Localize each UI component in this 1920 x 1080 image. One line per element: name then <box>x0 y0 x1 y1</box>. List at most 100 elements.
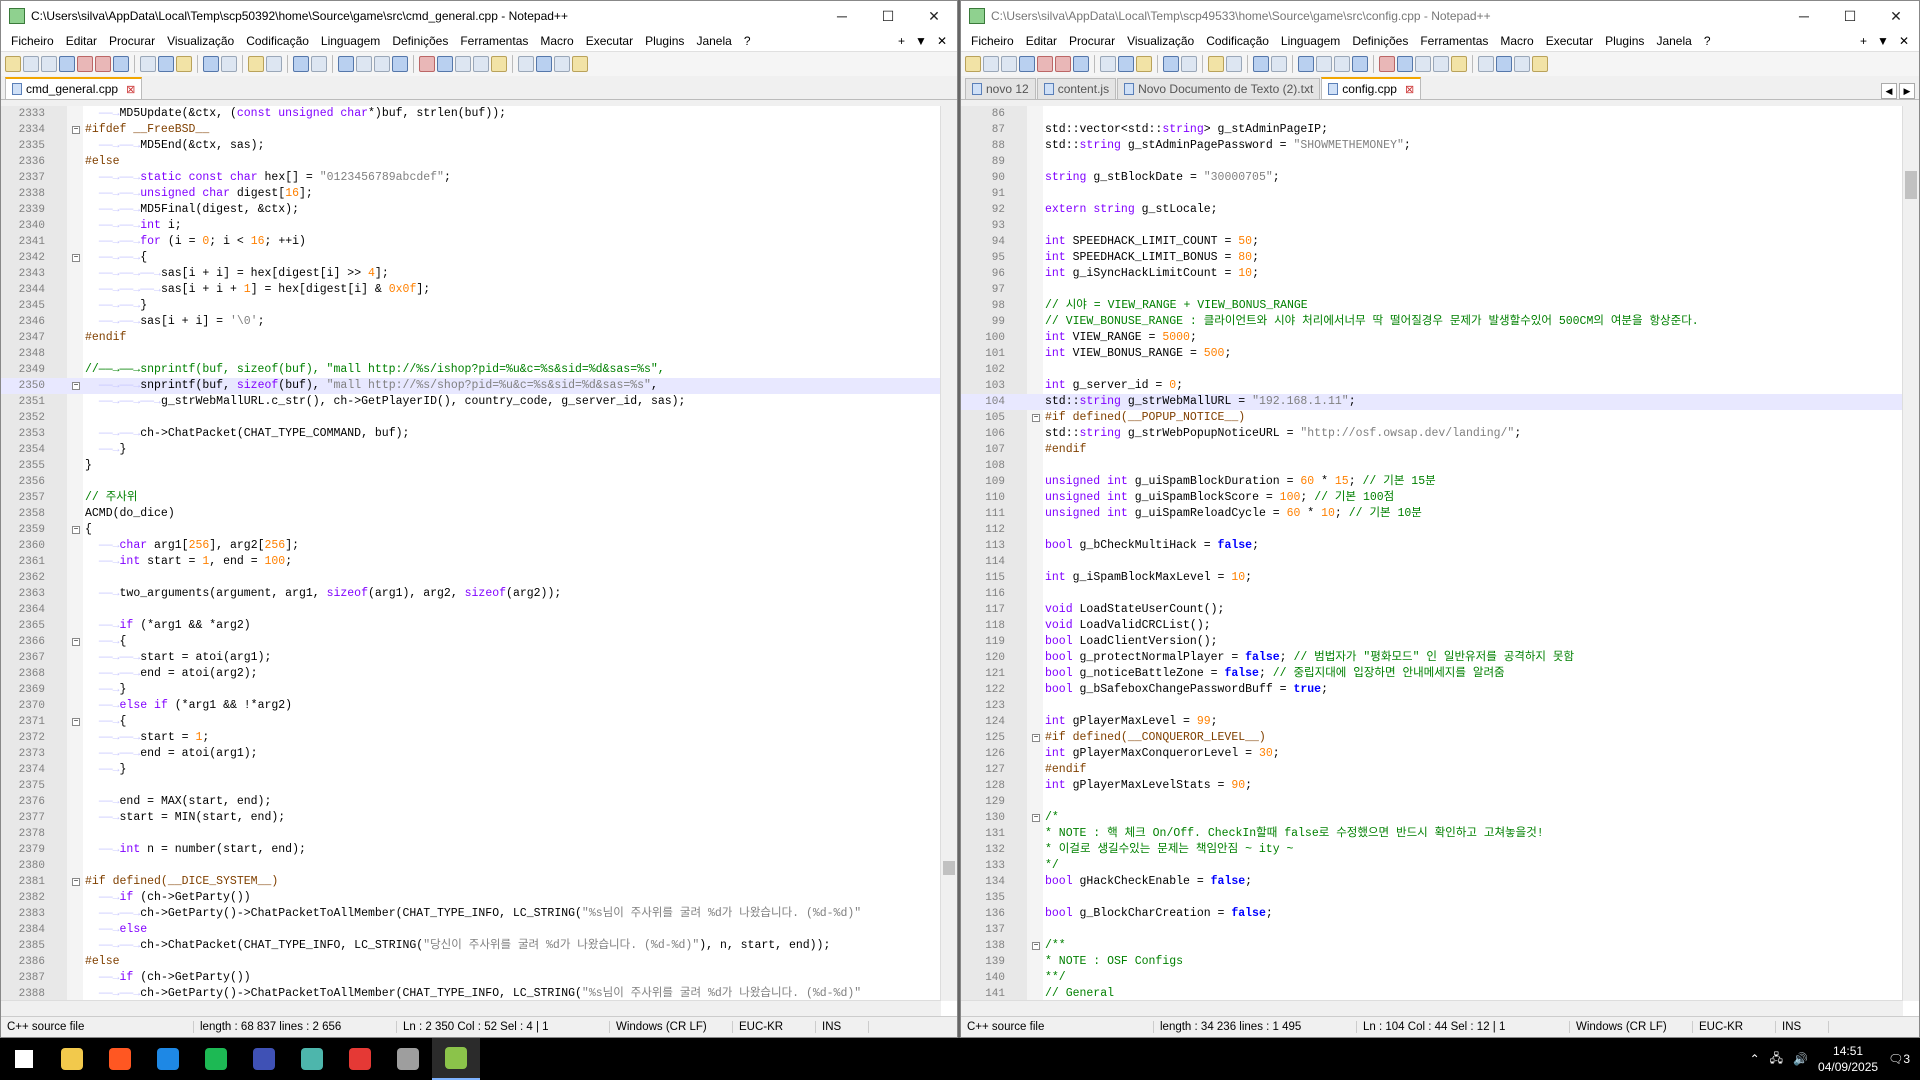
vertical-scrollbar[interactable] <box>940 106 957 1001</box>
menu-procurar[interactable]: Procurar <box>1063 34 1121 48</box>
code-line[interactable]: 136 bool g_BlockCharCreation = false; <box>961 906 1903 922</box>
code-line[interactable]: 120 bool g_protectNormalPlayer = false; /… <box>961 650 1903 666</box>
redo-icon[interactable] <box>221 56 237 72</box>
new-file-icon[interactable] <box>5 56 21 72</box>
code-line[interactable]: 87 std::vector<std::string> g_stAdminPage… <box>961 122 1903 138</box>
code-line[interactable]: 110 unsigned int g_uiSpamBlockScore = 100… <box>961 490 1903 506</box>
fold-toggle-icon[interactable]: − <box>72 878 80 886</box>
start-icon[interactable] <box>0 1038 48 1080</box>
code-line[interactable]: 2356 <box>1 474 941 490</box>
vertical-scrollbar[interactable] <box>1902 106 1919 1001</box>
menu-ficheiro[interactable]: Ficheiro <box>5 34 60 48</box>
code-line[interactable]: 97 <box>961 282 1903 298</box>
macro-save-icon[interactable] <box>491 56 507 72</box>
menu-editar[interactable]: Editar <box>1020 34 1063 48</box>
macro-run-icon[interactable] <box>473 56 489 72</box>
code-line[interactable]: 86 <box>961 106 1903 122</box>
menu-definições[interactable]: Definições <box>1346 34 1414 48</box>
code-line[interactable]: 90 string g_stBlockDate = "30000705"; <box>961 170 1903 186</box>
code-line[interactable]: 2371 − ——→{ <box>1 714 941 730</box>
code-line[interactable]: 135 <box>961 890 1903 906</box>
chevron-left-icon[interactable]: ◀ <box>1881 83 1897 99</box>
menu-definições[interactable]: Definições <box>386 34 454 48</box>
code-line[interactable]: 2359 −{ <box>1 522 941 538</box>
cut-icon[interactable] <box>1100 56 1116 72</box>
code-line[interactable]: 2378 <box>1 826 941 842</box>
menu-ferramentas[interactable]: Ferramentas <box>454 34 534 48</box>
replace-icon[interactable] <box>1226 56 1242 72</box>
fold-toggle-icon[interactable]: − <box>72 382 80 390</box>
zoom-in-icon[interactable] <box>293 56 309 72</box>
close-icon[interactable] <box>1037 56 1053 72</box>
show-all-chars-icon[interactable] <box>1334 56 1350 72</box>
tab-config-cpp[interactable]: config.cpp ⊠ <box>1321 77 1422 99</box>
code-line[interactable]: 2379 ——→int n = number(start, end); <box>1 842 941 858</box>
find-icon[interactable] <box>248 56 264 72</box>
vscode-icon[interactable] <box>144 1038 192 1080</box>
wrap-icon[interactable] <box>1316 56 1332 72</box>
fold-toggle-icon[interactable]: − <box>72 254 80 262</box>
file-explorer-icon[interactable] <box>48 1038 96 1080</box>
code-line[interactable]: 106 std::string g_strWebPopupNoticeURL = … <box>961 426 1903 442</box>
fold-toggle-icon[interactable]: − <box>1032 814 1040 822</box>
code-line[interactable]: 2351 ——→——→——→g_strWebMallURL.c_str(), c… <box>1 394 941 410</box>
code-line[interactable]: 2355} <box>1 458 941 474</box>
maximize-button[interactable]: ☐ <box>1827 1 1873 31</box>
code-line[interactable]: 2350 − ——→——→snprintf(buf, sizeof(buf), "… <box>1 378 941 394</box>
code-line[interactable]: 2341 ——→——→for (i = 0; i < 16; ++i) <box>1 234 941 250</box>
close-all-icon[interactable] <box>1055 56 1071 72</box>
menu-ficheiro[interactable]: Ficheiro <box>965 34 1020 48</box>
horizontal-scrollbar[interactable] <box>961 1000 1903 1017</box>
cut-icon[interactable] <box>140 56 156 72</box>
code-line[interactable]: 133 */ <box>961 858 1903 874</box>
code-line[interactable]: 116 <box>961 586 1903 602</box>
code-line[interactable]: 2347 #endif <box>1 330 941 346</box>
folder-workspace-icon[interactable] <box>1514 56 1530 72</box>
code-line[interactable]: 2377 ——→start = MIN(start, end); <box>1 810 941 826</box>
code-line[interactable]: 2345 ——→——→} <box>1 298 941 314</box>
code-line[interactable]: 2367 ——→——→start = atoi(arg1); <box>1 650 941 666</box>
code-line[interactable]: 123 <box>961 698 1903 714</box>
terminal-icon[interactable] <box>240 1038 288 1080</box>
find-icon[interactable] <box>1208 56 1224 72</box>
code-line[interactable]: 118 void LoadValidCRCList(); <box>961 618 1903 634</box>
sync-scroll-icon[interactable] <box>1298 56 1314 72</box>
sync-scroll-icon[interactable] <box>338 56 354 72</box>
code-line[interactable]: 139 * NOTE : OSF Configs <box>961 954 1903 970</box>
code-line[interactable]: 126 int gPlayerMaxConquerorLevel = 30; <box>961 746 1903 762</box>
menu-visualização[interactable]: Visualização <box>161 34 240 48</box>
fold-toggle-icon[interactable]: − <box>1032 414 1040 422</box>
menu-codificação[interactable]: Codificação <box>240 34 315 48</box>
code-line[interactable]: 2352 <box>1 410 941 426</box>
code-line[interactable]: 125 − #if defined(__CONQUEROR_LEVEL__) <box>961 730 1903 746</box>
minimize-button[interactable]: ─ <box>819 1 865 31</box>
open-file-icon[interactable] <box>23 56 39 72</box>
code-line[interactable]: 127 #endif <box>961 762 1903 778</box>
code-line[interactable]: 2361 ——→int start = 1, end = 100; <box>1 554 941 570</box>
monitor-icon[interactable] <box>1532 56 1548 72</box>
menu-janela[interactable]: Janela <box>1650 34 1697 48</box>
menu-executar[interactable]: Executar <box>1540 34 1599 48</box>
code-line[interactable]: 2338 ——→——→unsigned char digest[16]; <box>1 186 941 202</box>
code-line[interactable]: 89 <box>961 154 1903 170</box>
code-lines[interactable]: 86 87 std::vector<std::string> g_stAdminPa… <box>961 106 1903 1016</box>
code-line[interactable]: 130 −/* <box>961 810 1903 826</box>
fold-toggle-icon[interactable]: − <box>72 718 80 726</box>
macro-play-icon[interactable] <box>455 56 471 72</box>
copy-icon[interactable] <box>158 56 174 72</box>
code-line[interactable]: 2362 <box>1 570 941 586</box>
close-doc-icon[interactable]: ✕ <box>937 34 947 48</box>
notification-icon[interactable]: 🗨3 <box>1888 1052 1910 1066</box>
code-line[interactable]: 121 bool g_noticeBattleZone = false; // 중… <box>961 666 1903 682</box>
code-line[interactable]: 132 * 이걸로 생길수있는 문제는 책임안짐 ~ ity ~ <box>961 842 1903 858</box>
menu-visualização[interactable]: Visualização <box>1121 34 1200 48</box>
code-line[interactable]: 91 <box>961 186 1903 202</box>
code-line[interactable]: 2370 ——→else if (*arg1 && !*arg2) <box>1 698 941 714</box>
code-line[interactable]: 99 // VIEW_BONUSE_RANGE : 클라이언트와 시야 처리에서너… <box>961 314 1903 330</box>
code-line[interactable]: 128 int gPlayerMaxLevelStats = 90; <box>961 778 1903 794</box>
menu-plugins[interactable]: Plugins <box>1599 34 1650 48</box>
code-line[interactable]: 2342 − ——→——→{ <box>1 250 941 266</box>
code-line[interactable]: 2357 // 주사위 <box>1 490 941 506</box>
code-line[interactable]: 131 * NOTE : 핵 체크 On/Off. CheckIn할때 false… <box>961 826 1903 842</box>
network-icon[interactable]: 🖧 <box>1770 1049 1783 1070</box>
